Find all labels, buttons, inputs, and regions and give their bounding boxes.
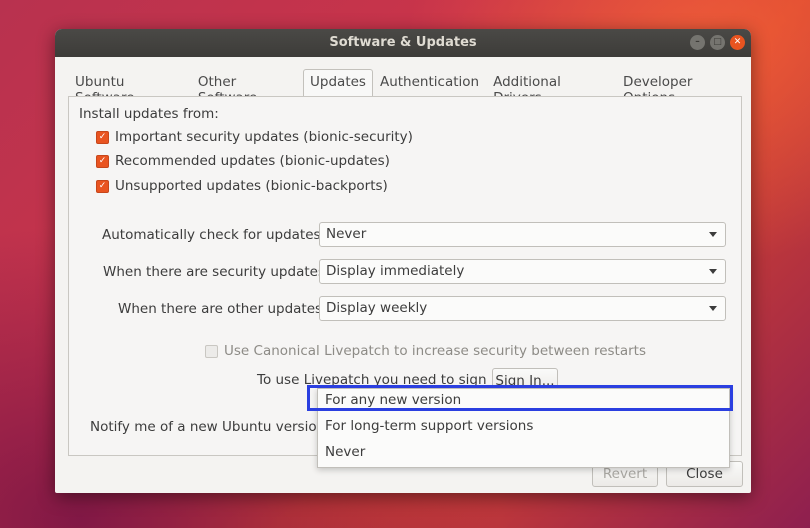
window-title: Software & Updates (329, 35, 477, 50)
auto-check-label: Automatically check for updates: (102, 227, 326, 243)
checkbox-label: Unsupported updates (bionic-backports) (115, 178, 388, 194)
menu-item-lts-versions[interactable]: For long-term support versions (325, 418, 533, 434)
close-icon[interactable]: ✕ (730, 35, 745, 50)
checkbox-label: Recommended updates (bionic-updates) (115, 153, 390, 169)
auto-check-dropdown[interactable]: Never (319, 222, 726, 247)
tab-bar: Ubuntu Software Other Software Updates A… (68, 69, 751, 106)
auto-check-value: Never (326, 226, 367, 242)
tab-ubuntu-software[interactable]: Ubuntu Software (68, 69, 191, 106)
livepatch-checkbox[interactable]: Use Canonical Livepatch to increase secu… (205, 343, 646, 359)
chevron-down-icon (709, 232, 717, 237)
tab-authentication[interactable]: Authentication (373, 69, 486, 97)
other-updates-value: Display weekly (326, 300, 428, 316)
menu-item-never[interactable]: Never (325, 444, 365, 460)
security-updates-value: Display immediately (326, 263, 465, 279)
other-updates-label: When there are other updates: (118, 301, 327, 317)
tab-additional-drivers[interactable]: Additional Drivers (486, 69, 616, 106)
checkbox-label: Important security updates (bionic-secur… (115, 129, 413, 145)
security-updates-dropdown[interactable]: Display immediately (319, 259, 726, 284)
checkbox-checked-icon[interactable]: ✓ (96, 154, 109, 168)
security-updates-label: When there are security updates: (103, 264, 330, 280)
checkbox-checked-icon[interactable]: ✓ (96, 130, 109, 144)
tab-developer-options[interactable]: Developer Options (616, 69, 751, 106)
tab-updates[interactable]: Updates (303, 69, 373, 96)
install-from-label: Install updates from: (79, 106, 219, 122)
selection-highlight-box (307, 385, 733, 411)
tab-other-software[interactable]: Other Software (191, 69, 303, 106)
security-updates-checkbox[interactable]: ✓ Important security updates (bionic-sec… (96, 129, 413, 145)
chevron-down-icon (709, 306, 717, 311)
recommended-updates-checkbox[interactable]: ✓ Recommended updates (bionic-updates) (96, 153, 390, 169)
maximize-icon[interactable]: □ (710, 35, 725, 50)
livepatch-label: Use Canonical Livepatch to increase secu… (224, 343, 646, 359)
notify-version-label: Notify me of a new Ubuntu version: (90, 419, 330, 435)
minimize-icon[interactable]: – (690, 35, 705, 50)
other-updates-dropdown[interactable]: Display weekly (319, 296, 726, 321)
title-bar[interactable]: Software & Updates – □ ✕ (55, 29, 751, 57)
checkbox-unchecked-icon[interactable] (205, 344, 218, 358)
chevron-down-icon (709, 269, 717, 274)
checkbox-checked-icon[interactable]: ✓ (96, 179, 109, 193)
backports-updates-checkbox[interactable]: ✓ Unsupported updates (bionic-backports) (96, 178, 388, 194)
